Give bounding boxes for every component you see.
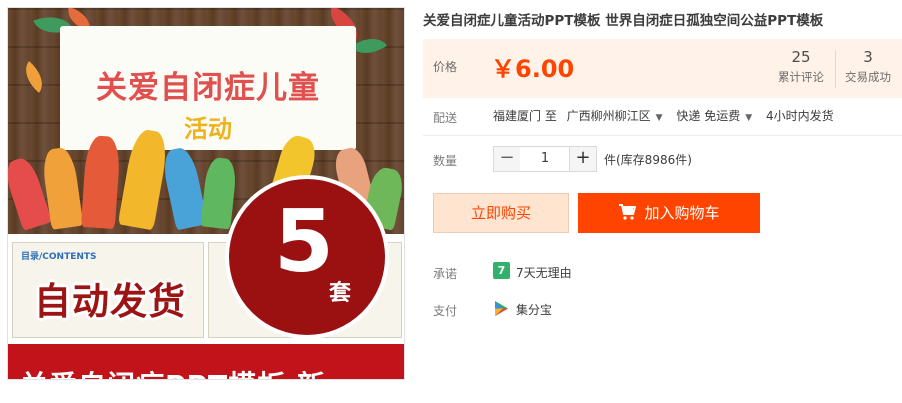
auto-ship-text: 自动发货: [34, 280, 186, 323]
shipping-from: 福建厦门 至: [493, 109, 557, 123]
badge-unit: 套: [329, 281, 352, 306]
caret-down-icon: ▼: [745, 113, 753, 123]
add-to-cart-label: 加入购物车: [644, 204, 720, 222]
caret-down-icon: ▼: [655, 113, 663, 123]
slide-label: 目录/CONTENTS: [21, 252, 97, 262]
buy-now-button[interactable]: 立即购买: [433, 193, 569, 233]
price-panel: 价格 ￥6.00 25 累计评论 3 交易成功: [423, 39, 902, 98]
badge-number: 5: [274, 192, 334, 292]
image-banner: 关爱自闭症儿童 活动: [60, 26, 356, 150]
shipping-label: 配送: [433, 111, 458, 125]
price-label: 价格: [433, 60, 458, 74]
increase-button[interactable]: +: [569, 146, 597, 172]
promise-label: 承诺: [433, 267, 458, 281]
shipping-destination-select[interactable]: 广西柳州柳江区 ▼: [567, 107, 673, 124]
trades-label: 交易成功: [845, 70, 891, 84]
stock-info: 件(库存8986件): [604, 153, 692, 167]
cart-icon: [619, 204, 637, 220]
seven-day-icon: 7: [493, 262, 510, 279]
reviews-count: 25: [791, 48, 811, 66]
quantity-input[interactable]: 1: [520, 146, 570, 172]
shipping-method-select[interactable]: 快递 免运费 ▼: [676, 107, 762, 124]
bottom-band: 关爱自闭症PPT模板 新: [8, 344, 404, 379]
reviews-label: 累计评论: [778, 70, 824, 84]
quantity-label: 数量: [433, 154, 458, 168]
trades-stat: 3 交易成功: [835, 48, 901, 85]
reviews-stat[interactable]: 25 累计评论: [768, 48, 834, 85]
shipping-method: 快递 免运费: [676, 109, 741, 123]
divider: [423, 135, 902, 136]
dispatch-time: 4小时内发货: [766, 109, 834, 123]
payment-text[interactable]: 集分宝: [516, 301, 552, 318]
product-title: 关爱自闭症儿童活动PPT模板 世界自闭症日孤独空间公益PPT模板: [423, 13, 824, 29]
bottom-band-text: 关爱自闭症PPT模板 新: [20, 364, 326, 379]
promise-text[interactable]: 7天无理由: [516, 264, 572, 281]
add-to-cart-button[interactable]: 加入购物车: [578, 193, 760, 233]
shipping-destination: 广西柳州柳江区: [566, 109, 651, 123]
banner-title: 关爱自闭症儿童: [96, 70, 320, 106]
payment-label: 支付: [433, 304, 458, 318]
shipping-info: 福建厦门 至 广西柳州柳江区 ▼ 快递 免运费 ▼ 4小时内发货: [493, 107, 834, 124]
set-count-badge: 5 套: [225, 175, 389, 339]
trades-count: 3: [863, 48, 873, 66]
jifenbao-icon: [495, 301, 508, 316]
product-image[interactable]: 关爱自闭症儿童 活动 目录/CONTENTS 自动发货 5 套 关爱自闭症PPT…: [7, 7, 405, 380]
decrease-button[interactable]: −: [493, 146, 521, 172]
price-value: ￥6.00: [491, 55, 575, 83]
